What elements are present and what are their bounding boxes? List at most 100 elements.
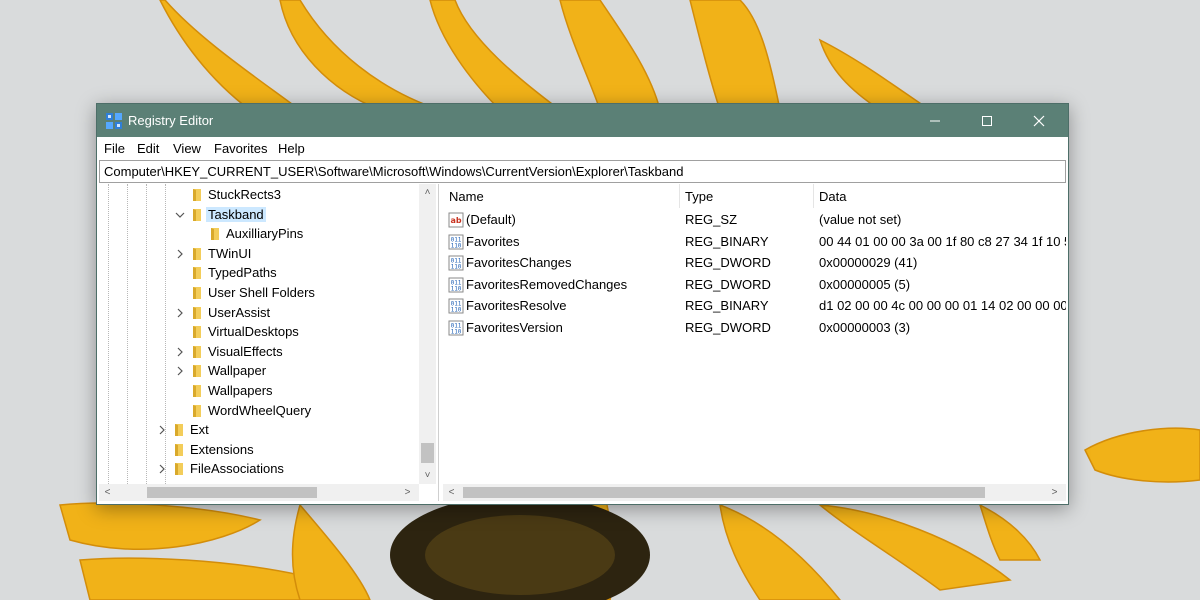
tree-horizontal-scrollbar[interactable]: ˂ ˃ [99,484,419,501]
column-header-name[interactable]: Name [443,184,680,208]
chevron-right-icon[interactable] [175,248,185,260]
value-row[interactable]: 011110FavoritesChangesREG_DWORD0x0000002… [443,252,1066,273]
scroll-left-icon[interactable]: ˂ [99,484,116,501]
value-row[interactable]: 011110FavoritesVersion REG_DWORD 0x0000000… [443,317,1066,338]
folder-icon [172,443,186,457]
tree-guide-line [108,184,109,484]
folder-icon [190,364,204,378]
chevron-right-icon[interactable] [175,346,185,358]
maximize-button[interactable] [961,104,1013,137]
registry-editor-window: Registry Editor File Edit View Favorites… [96,103,1069,505]
binary-value-icon: 011110 [448,255,464,271]
menu-edit[interactable]: Edit [137,141,159,156]
chevron-down-icon[interactable] [175,209,185,221]
tree-item-label: WordWheelQuery [208,403,311,418]
value-data: d1 02 00 00 4c 00 00 00 01 14 02 00 00 0… [819,298,1066,313]
menu-bar: File Edit View Favorites Help [97,137,1068,159]
column-name-label: Name [449,189,484,204]
value-name: FavoritesRemovedChanges [466,277,627,292]
folder-icon [172,462,186,476]
tree-guide-line [127,184,128,484]
column-data-label: Data [819,189,846,204]
tree-vertical-scrollbar[interactable]: ˄ ˅ [419,184,436,484]
folder-icon [190,266,204,280]
tree-item-label: User Shell Folders [208,285,315,300]
tree-item-label: Wallpaper [208,363,266,378]
value-type: REG_BINARY [685,298,769,313]
maximize-icon [981,115,993,127]
binary-value-icon: 011110 [448,298,464,314]
menu-file[interactable]: File [104,141,125,156]
scroll-left-icon[interactable]: ˂ [443,484,460,501]
values-list-pane: Name Type Data ab(Default)REG_SZ(value n… [443,184,1066,501]
key-tree-pane: StuckRects3TaskbandAuxilliaryPinsTWinUIT… [99,184,439,501]
folder-icon [190,188,204,202]
value-type: REG_DWORD [685,320,771,335]
column-header-data[interactable]: Data [813,184,1066,208]
column-header-type[interactable]: Type [679,184,814,208]
tree-item-label: Wallpapers [208,383,273,398]
tree-item-label: AuxilliaryPins [226,226,303,241]
svg-text:ab: ab [450,216,461,225]
value-row[interactable]: ab(Default)REG_SZ(value not set) [443,209,1066,230]
folder-icon [208,227,222,241]
title-bar[interactable]: Registry Editor [97,104,1068,137]
folder-icon [190,325,204,339]
tree-guide-line [165,184,166,484]
svg-text:110: 110 [451,264,462,271]
menu-view[interactable]: View [173,141,201,156]
column-type-label: Type [685,189,713,204]
value-data: 0x00000003 (3) [819,320,1066,335]
value-row[interactable]: 011110FavoritesResolveREG_BINARYd1 02 00… [443,295,1066,316]
tree-item-label: FileAssociations [190,461,284,476]
value-row[interactable]: 011110FavoritesRemovedChanges REG_DWORD 0x… [443,274,1066,295]
folder-icon [190,247,204,261]
binary-value-icon: 011110 [448,277,464,293]
folder-icon [190,384,204,398]
close-button[interactable] [1013,104,1065,137]
svg-text:110: 110 [451,307,462,314]
binary-value-icon: 011110 [448,320,464,336]
address-path[interactable]: Computer\HKEY_CURRENT_USER\Software\Micr… [104,164,683,179]
chevron-right-icon[interactable] [175,307,185,319]
tree-item-label: Extensions [190,442,254,457]
value-row[interactable]: 011110FavoritesREG_BINARY00 44 01 00 00 … [443,231,1066,252]
tree-item-label: TWinUI [208,246,251,261]
window-title: Registry Editor [128,113,213,128]
chevron-right-icon[interactable] [157,463,167,475]
minimize-button[interactable] [909,104,961,137]
folder-icon [190,345,204,359]
value-name: Favorites [466,234,519,249]
address-bar[interactable]: Computer\HKEY_CURRENT_USER\Software\Micr… [99,160,1066,183]
value-type: REG_DWORD [685,255,771,270]
scroll-up-icon[interactable]: ˄ [419,184,436,201]
value-type: REG_BINARY [685,234,769,249]
minimize-icon [929,115,941,127]
value-data: 0x00000029 (41) [819,255,1066,270]
tree-item-label: VirtualDesktops [208,324,299,339]
scroll-right-icon[interactable]: ˃ [1046,484,1063,501]
tree-item-label: Ext [190,422,209,437]
value-data: (value not set) [819,212,1066,227]
menu-favorites[interactable]: Favorites [214,141,267,156]
value-data: 0x00000005 (5) [819,277,1066,292]
scroll-right-icon[interactable]: ˃ [399,484,416,501]
folder-icon [190,404,204,418]
chevron-right-icon[interactable] [175,365,185,377]
value-type: REG_DWORD [685,277,771,292]
scroll-down-icon[interactable]: ˅ [419,467,436,484]
svg-text:110: 110 [451,242,462,249]
string-value-icon: ab [448,212,464,228]
scroll-thumb[interactable] [421,443,434,463]
folder-icon [172,423,186,437]
values-horizontal-scrollbar[interactable]: ˂ ˃ [443,484,1066,501]
scroll-thumb[interactable] [147,487,317,498]
chevron-right-icon[interactable] [157,424,167,436]
menu-help[interactable]: Help [278,141,305,156]
value-name: FavoritesVersion [466,320,563,335]
tree-item-label: Taskband [206,207,266,222]
svg-text:110: 110 [451,328,462,335]
tree-item-label: VisualEffects [208,344,283,359]
scroll-thumb[interactable] [463,487,985,498]
close-icon [1033,115,1045,127]
